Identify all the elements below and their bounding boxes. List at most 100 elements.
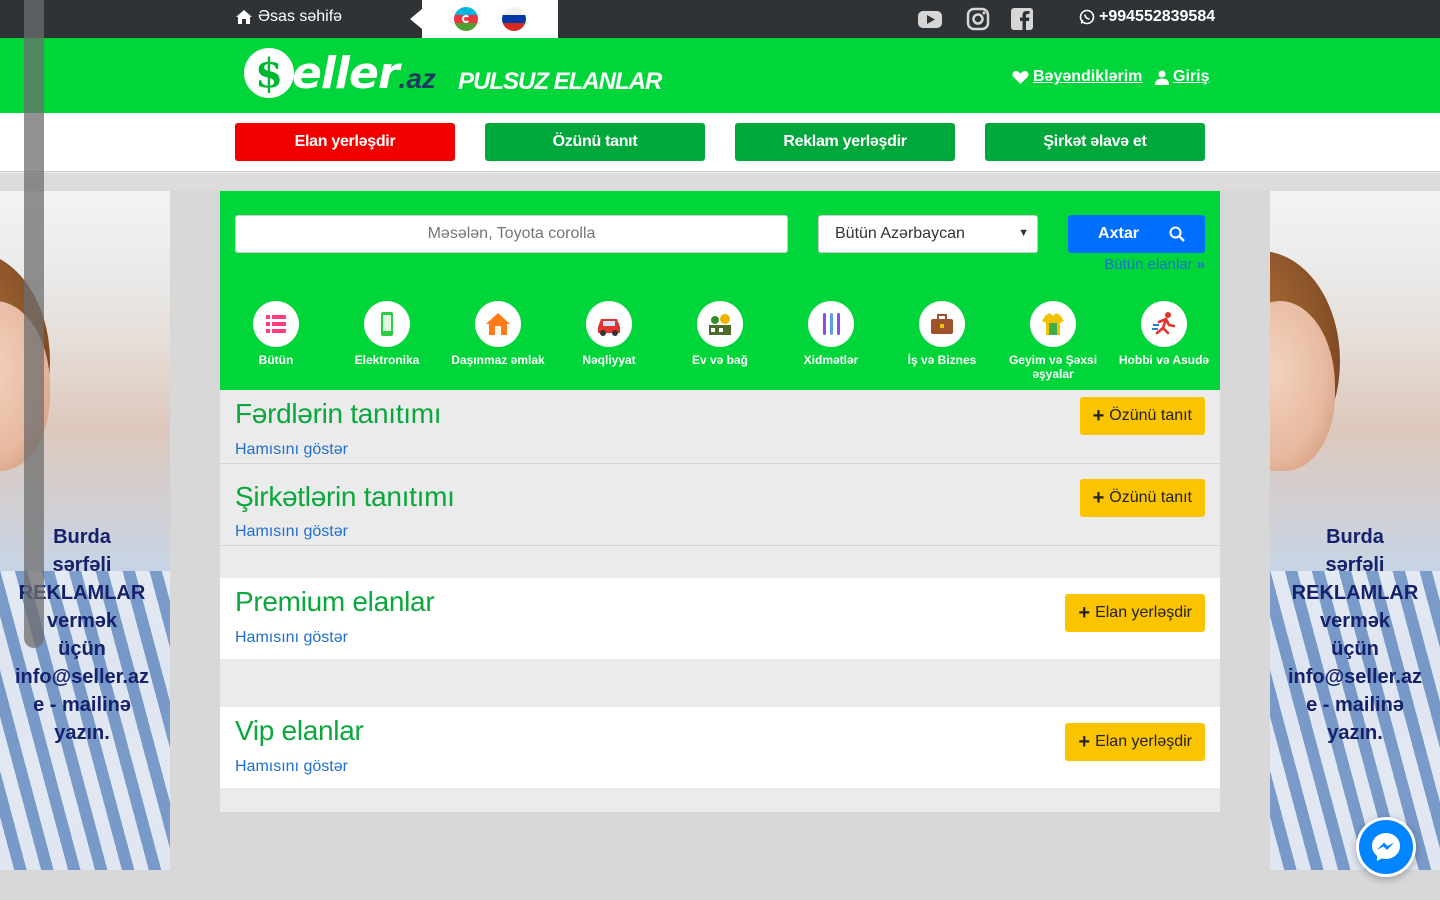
chevron-down-icon: ▼ <box>1018 227 1029 239</box>
ad-line: info@seller.az <box>1288 666 1422 688</box>
show-all-link[interactable]: Hamısını göstər <box>235 441 348 459</box>
runner-icon <box>1141 301 1187 347</box>
section-title: Fərdlərin tanıtımı <box>235 398 442 429</box>
search-input[interactable] <box>235 215 788 253</box>
phone-icon <box>364 301 410 347</box>
messenger-chat-button[interactable] <box>1356 817 1416 877</box>
category-label: Elektronika <box>354 353 420 367</box>
site-tagline: PULSUZ ELANLAR <box>458 68 662 95</box>
action-row: Elan yerləşdir Özünü tanıt Reklam yerləş… <box>0 113 1440 172</box>
category-label: Hobbi və Asudə <box>1118 353 1210 367</box>
whatsapp-icon <box>1079 9 1095 25</box>
category-item[interactable]: Hobbi və Asudə <box>1114 301 1214 367</box>
briefcase-icon <box>919 301 965 347</box>
search-button-label: Axtar <box>1098 225 1139 242</box>
ad-line: vermək <box>1319 610 1391 632</box>
section-button-label: Özünü tanıt <box>1109 489 1192 506</box>
divider-strip <box>0 172 1440 190</box>
facebook-icon[interactable] <box>1009 6 1035 32</box>
region-selected: Bütün Azərbaycan <box>835 225 965 242</box>
post-ad-button[interactable]: + Elan yerləşdir <box>1065 723 1205 761</box>
category-item[interactable]: Nəqliyyat <box>559 301 659 367</box>
category-item[interactable]: Geyim və Şəxsi əşyalar <box>1003 301 1103 381</box>
show-all-link[interactable]: Hamısını göstər <box>235 629 348 647</box>
individuals-section: Fərdlərin tanıtımı Hamısını göstər + Özü… <box>220 390 1220 464</box>
plus-icon: + <box>1092 405 1105 427</box>
section-title: Şirkətlərin tanıtımı <box>235 481 455 512</box>
ad-line: üçün <box>1331 638 1379 660</box>
favorites-link[interactable]: Bəyəndiklərim <box>1012 68 1142 86</box>
post-advert-button[interactable]: Reklam yerləşdir <box>735 123 955 161</box>
ad-line: info@seller.az <box>15 666 149 688</box>
clothes-icon <box>1030 301 1076 347</box>
user-icon <box>1155 70 1169 85</box>
category-item[interactable]: İş və Biznes <box>892 301 992 367</box>
double-chevron-right-icon: » <box>1196 256 1205 273</box>
ad-line: sərfəli <box>1325 554 1385 576</box>
category-item[interactable]: Elektronika <box>337 301 437 367</box>
category-item[interactable]: Daşınmaz əmlak <box>448 301 548 367</box>
category-list: Bütün Elektronika Daşınmaz əmlak Nəqliyyat E… <box>220 301 1220 387</box>
flag-ru-icon[interactable] <box>502 7 526 31</box>
post-ad-button[interactable]: Elan yerləşdir <box>235 123 455 161</box>
section-button-label: Özünü tanıt <box>1109 407 1192 424</box>
logo-text: eller <box>292 47 400 99</box>
category-label: Xidmətlər <box>803 353 859 367</box>
introduce-self-button[interactable]: Özünü tanıt <box>485 123 705 161</box>
home-icon <box>236 10 252 24</box>
introduce-self-button[interactable]: + Özünü tanıt <box>1079 397 1205 435</box>
messenger-icon <box>1359 820 1413 874</box>
add-company-button[interactable]: Şirkət əlavə et <box>985 123 1205 161</box>
lang-pointer <box>410 9 422 29</box>
show-all-link[interactable]: Hamısını göstər <box>235 523 348 541</box>
post-ad-button[interactable]: + Elan yerləşdir <box>1065 594 1205 632</box>
category-label: İş və Biznes <box>907 353 977 367</box>
show-all-link[interactable]: Hamısını göstər <box>235 758 348 776</box>
home-label: Əsas səhifə <box>258 8 343 25</box>
vip-section: Vip elanlar Hamısını göstər + Elan yerlə… <box>220 707 1220 788</box>
login-link[interactable]: Giriş <box>1155 68 1209 86</box>
house-icon <box>475 301 521 347</box>
search-button[interactable]: Axtar <box>1068 215 1205 253</box>
category-item[interactable]: Ev və bağ <box>670 301 770 367</box>
all-ads-label: Bütün elanlar <box>1104 256 1193 273</box>
side-ad-right[interactable]: Burda sərfəli REKLAMLAR vermək üçün info… <box>1270 191 1440 870</box>
car-icon <box>586 301 632 347</box>
premium-section: Premium elanlar Hamısını göstər + Elan y… <box>220 578 1220 659</box>
category-item[interactable]: Xidmətlər <box>781 301 881 367</box>
ad-line: e - mailinə <box>1306 694 1404 716</box>
site-logo[interactable]: $ eller .az <box>244 46 436 100</box>
language-switcher <box>422 0 558 38</box>
ad-line: yazın. <box>1327 722 1383 744</box>
section-title: Vip elanlar <box>235 715 364 746</box>
spacer <box>220 788 1220 812</box>
introduce-self-button[interactable]: + Özünü tanıt <box>1079 479 1205 517</box>
category-label: Nəqliyyat <box>582 353 636 367</box>
phone-link[interactable]: +994552839584 <box>1079 8 1215 26</box>
section-button-label: Elan yerləşdir <box>1095 604 1192 621</box>
scrollbar[interactable] <box>24 0 44 648</box>
flag-az-icon[interactable] <box>454 7 478 31</box>
search-icon <box>1169 226 1185 242</box>
category-item[interactable]: Bütün <box>226 301 326 367</box>
category-label: Bütün <box>258 353 294 367</box>
ad-text: Burda sərfəli REKLAMLAR vermək üçün info… <box>1270 523 1440 747</box>
ad-line: e - mailinə <box>33 694 131 716</box>
plus-icon: + <box>1078 731 1091 753</box>
tools-icon <box>808 301 854 347</box>
instagram-icon[interactable] <box>965 6 991 32</box>
plus-icon: + <box>1078 602 1091 624</box>
youtube-icon[interactable] <box>917 6 943 32</box>
category-label: Ev və bağ <box>691 353 749 367</box>
companies-section: Şirkətlərin tanıtımı Hamısını göstər + Ö… <box>220 464 1220 546</box>
home-link[interactable]: Əsas səhifə <box>235 8 342 26</box>
site-header: $ eller .az PULSUZ ELANLAR Bəyəndiklərim… <box>0 38 1440 113</box>
region-select[interactable]: Bütün Azərbaycan ▼ <box>818 215 1038 253</box>
login-label: Giriş <box>1173 68 1210 85</box>
category-label: Geyim və Şəxsi əşyalar <box>1008 353 1098 381</box>
logo-suffix: .az <box>398 63 436 94</box>
top-bar: Əsas səhifə +994552839584 <box>0 0 1440 38</box>
section-button-label: Elan yerləşdir <box>1095 733 1192 750</box>
ad-line: Burda <box>1326 526 1384 548</box>
all-ads-link[interactable]: Bütün elanlar » <box>1104 256 1205 273</box>
